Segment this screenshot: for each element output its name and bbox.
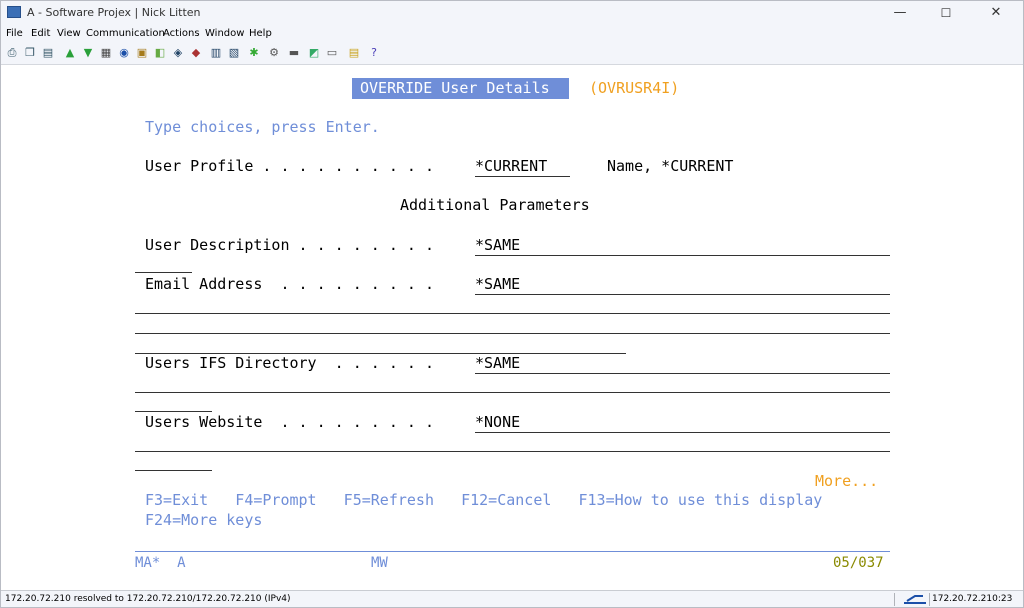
field-underline[interactable] — [135, 272, 192, 273]
menu-communication[interactable]: Communication — [86, 28, 165, 39]
user-profile-underline — [475, 176, 570, 177]
user-description-field[interactable]: *SAME — [475, 236, 520, 254]
status-divider — [929, 593, 930, 606]
ifs-directory-field[interactable]: *SAME — [475, 354, 520, 372]
email-address-underline — [475, 294, 890, 295]
close-button[interactable]: ✕ — [973, 1, 1019, 25]
email-address-continuation-1[interactable] — [135, 313, 890, 314]
section-heading: Additional Parameters — [400, 196, 590, 214]
receive-icon[interactable]: ▼ — [81, 46, 95, 60]
ifs-directory-label: Users IFS Directory . . . . . . — [145, 354, 434, 372]
maximize-button[interactable]: ☐ — [923, 1, 969, 25]
website-continuation[interactable] — [135, 451, 890, 452]
keypad-icon[interactable]: ▥ — [209, 46, 223, 60]
status-bar: 172.20.72.210 resolved to 172.20.72.210/… — [1, 590, 1023, 607]
menu-edit[interactable]: Edit — [31, 28, 50, 39]
user-description-underline — [475, 255, 890, 256]
status-divider — [894, 593, 895, 606]
toolbar: ⎙ ❐ ▤ ▲ ▼ ▦ ◉ ▣ ◧ ◈ ◆ ▥ ▧ ✱ ⚙ ▬ ◩ ▭ ▤ ? — [1, 42, 1023, 65]
emulator-window: A - Software Projex | Nick Litten — ☐ ✕ … — [0, 0, 1024, 608]
user-profile-label: User Profile . . . . . . . . . . — [145, 157, 434, 175]
customize-icon[interactable]: ▧ — [227, 46, 241, 60]
website-field[interactable]: *NONE — [475, 413, 520, 431]
settings-icon[interactable]: ⚙ — [267, 46, 281, 60]
notes-icon[interactable]: ▤ — [347, 46, 361, 60]
minimize-button[interactable]: — — [877, 1, 923, 25]
help-icon[interactable]: ? — [367, 46, 381, 60]
disconnect-icon[interactable]: ▬ — [287, 46, 301, 60]
copy-icon[interactable]: ❐ — [23, 46, 37, 60]
session-icon[interactable]: ▭ — [325, 46, 339, 60]
menu-actions[interactable]: Actions — [163, 28, 200, 39]
field-underline[interactable] — [135, 411, 212, 412]
panel-title: OVERRIDE User Details — [360, 79, 550, 97]
menu-view[interactable]: View — [57, 28, 81, 39]
display-icon[interactable]: ▦ — [99, 46, 113, 60]
panel-title-bar: OVERRIDE User Details — [352, 78, 569, 99]
ifs-directory-underline — [475, 373, 890, 374]
keyboard-icon[interactable]: ◈ — [171, 46, 185, 60]
website-underline — [475, 432, 890, 433]
email-address-label: Email Address . . . . . . . . . — [145, 275, 434, 293]
email-address-field[interactable]: *SAME — [475, 275, 520, 293]
ifs-directory-continuation[interactable] — [135, 392, 890, 393]
title-bar: A - Software Projex | Nick Litten — ☐ ✕ — [1, 1, 1023, 25]
menu-file[interactable]: File — [6, 28, 23, 39]
menu-window[interactable]: Window — [205, 28, 244, 39]
oia-status-left: MA* A — [135, 555, 186, 571]
transfer-icon[interactable]: ✱ — [247, 46, 261, 60]
window-title: A - Software Projex | Nick Litten — [27, 6, 201, 19]
menu-help[interactable]: Help — [249, 28, 272, 39]
oia-separator — [135, 551, 890, 552]
status-message: 172.20.72.210 resolved to 172.20.72.210/… — [5, 594, 291, 604]
user-description-label: User Description . . . . . . . . — [145, 236, 434, 254]
instruction-text: Type choices, press Enter. — [145, 118, 380, 136]
record-icon[interactable]: ◉ — [117, 46, 131, 60]
website-label: Users Website . . . . . . . . . — [145, 413, 434, 431]
connect-icon[interactable]: ◩ — [307, 46, 321, 60]
panel-id: (OVRUSR4I) — [589, 79, 680, 97]
function-keys-line-1[interactable]: F3=Exit F4=Prompt F5=Refresh F12=Cancel … — [145, 491, 822, 509]
play-macro-icon[interactable]: ◧ — [153, 46, 167, 60]
network-icon — [903, 593, 927, 605]
terminal-screen[interactable]: OVERRIDE User Details (OVRUSR4I) Type ch… — [1, 65, 1023, 583]
send-icon[interactable]: ▲ — [63, 46, 77, 60]
macro-icon[interactable]: ▣ — [135, 46, 149, 60]
user-profile-field[interactable]: *CURRENT — [475, 157, 547, 175]
terminal-app-icon — [7, 6, 21, 18]
user-profile-hint: Name, *CURRENT — [607, 157, 734, 175]
connection-address: 172.20.72.210:23 — [932, 594, 1013, 604]
field-underline[interactable] — [135, 470, 212, 471]
print-icon[interactable]: ⎙ — [5, 46, 19, 60]
paste-icon[interactable]: ▤ — [41, 46, 55, 60]
oia-mode: MW — [371, 555, 388, 571]
menu-bar: File Edit View Communication Actions Win… — [1, 25, 1023, 42]
cursor-position: 05/037 — [833, 555, 884, 571]
function-keys-line-2[interactable]: F24=More keys — [145, 511, 262, 529]
email-address-continuation-2[interactable] — [135, 333, 890, 334]
palette-icon[interactable]: ◆ — [189, 46, 203, 60]
more-indicator: More... — [815, 472, 879, 490]
